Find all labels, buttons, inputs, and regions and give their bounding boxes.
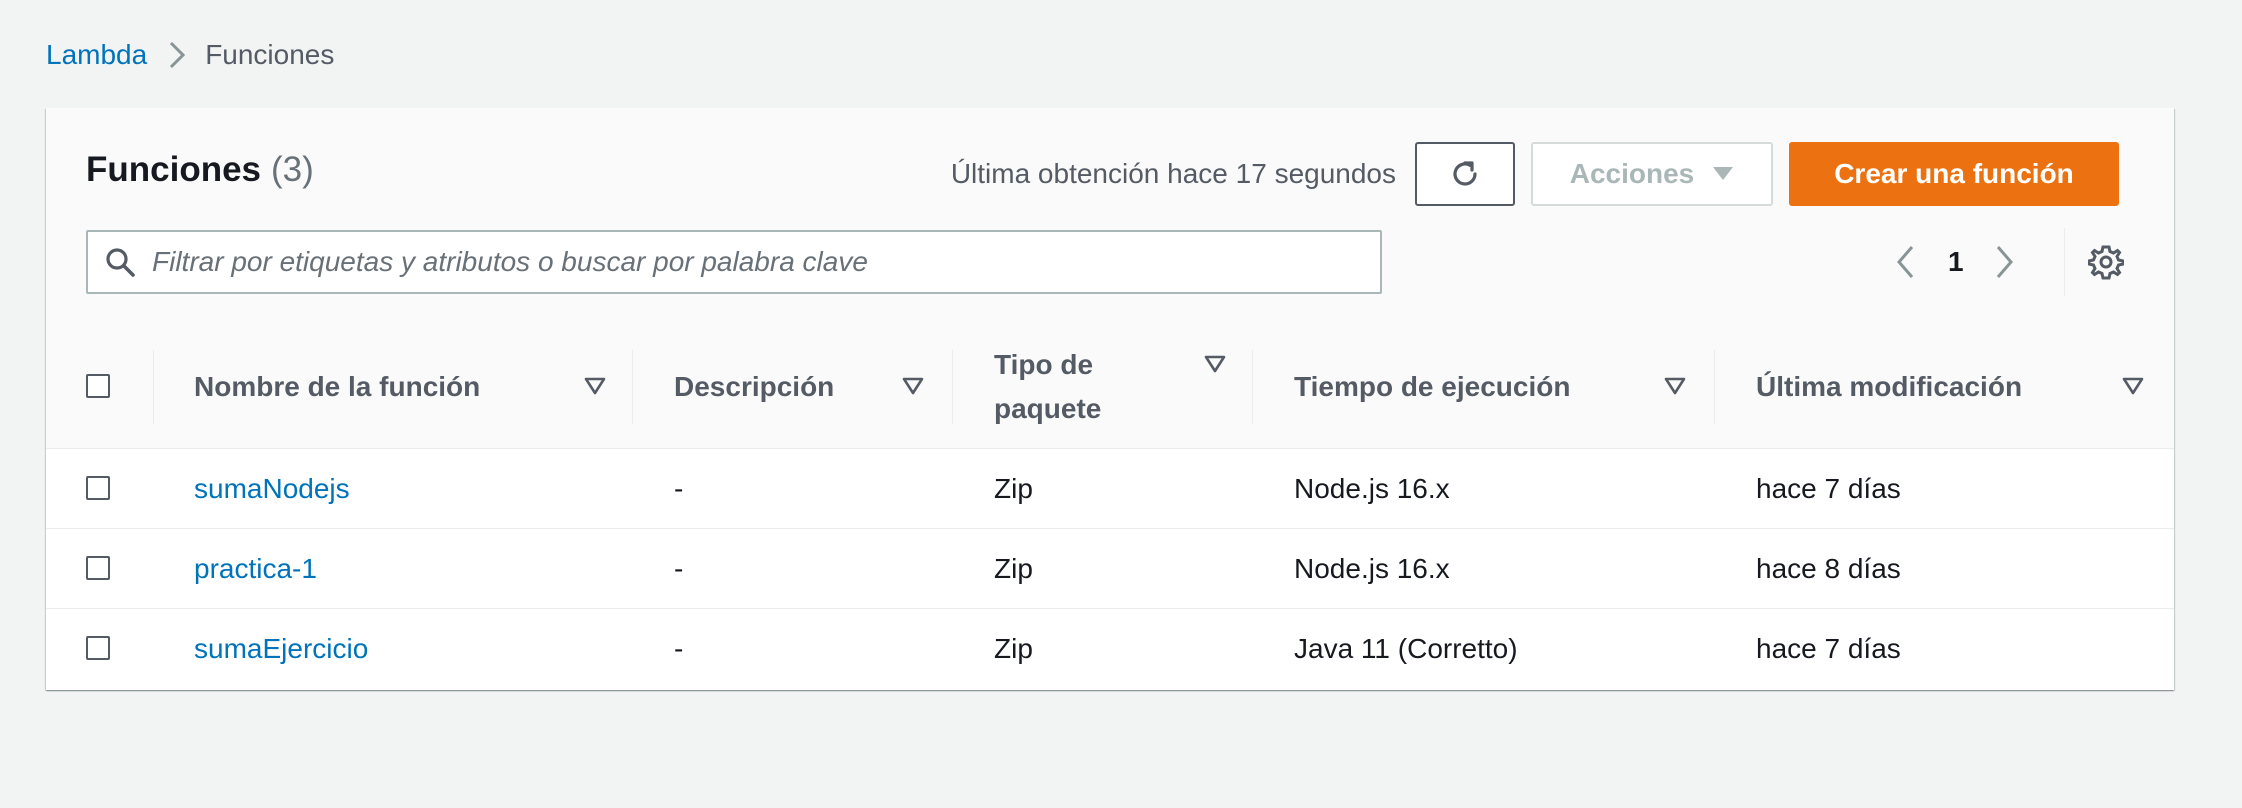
- chevron-right-icon[interactable]: [1996, 245, 2014, 279]
- sort-icon[interactable]: [902, 376, 924, 396]
- actions-label: Acciones: [1569, 158, 1695, 189]
- breadcrumb-current: Funciones: [205, 39, 335, 70]
- runtime-cell: Node.js 16.x: [1294, 472, 1450, 504]
- description-cell: -: [674, 632, 684, 664]
- last-fetch-status: Última obtención hace 17 segundos: [950, 158, 1396, 189]
- runtime-cell: Java 11 (Corretto): [1294, 632, 1518, 664]
- table-row: sumaEjercicio - Zip Java 11 (Corretto) h…: [46, 609, 2174, 688]
- table-row: sumaNodejs - Zip Node.js 16.x hace 7 día…: [46, 449, 2174, 529]
- function-name-link[interactable]: practica-1: [194, 529, 317, 608]
- current-page-number[interactable]: 1: [1948, 246, 1964, 278]
- functions-panel: Funciones (3) Última obtención hace 17 s…: [46, 108, 2174, 690]
- function-name-link[interactable]: sumaNodejs: [194, 449, 350, 528]
- column-divider: [153, 350, 154, 424]
- sort-icon[interactable]: [1204, 354, 1226, 374]
- chevron-left-icon[interactable]: [1896, 245, 1914, 279]
- row-checkbox[interactable]: [86, 636, 110, 660]
- actions-dropdown-button[interactable]: Acciones: [1531, 142, 1773, 206]
- column-header-package-type[interactable]: Tipo de paquete: [994, 326, 1194, 448]
- column-divider: [1252, 350, 1253, 424]
- column-header-name[interactable]: Nombre de la función: [194, 326, 480, 448]
- breadcrumb-lambda-link[interactable]: Lambda: [46, 39, 147, 71]
- column-header-runtime[interactable]: Tiempo de ejecución: [1294, 326, 1570, 448]
- panel-title: Funciones (3): [86, 150, 314, 190]
- table-row: practica-1 - Zip Node.js 16.x hace 8 día…: [46, 529, 2174, 609]
- sort-icon[interactable]: [584, 376, 606, 396]
- functions-count: (3): [271, 150, 314, 189]
- column-divider: [632, 350, 633, 424]
- package-type-cell: Zip: [994, 472, 1033, 504]
- table-header: Nombre de la función Descripción Tipo de…: [46, 326, 2174, 449]
- divider: [2064, 228, 2065, 296]
- chevron-right-icon: [169, 41, 186, 69]
- row-checkbox[interactable]: [86, 476, 110, 500]
- panel-title-text: Funciones: [86, 150, 262, 189]
- gear-icon[interactable]: [2088, 244, 2124, 280]
- column-divider: [952, 350, 953, 424]
- last-modified-cell: hace 7 días: [1756, 632, 1901, 664]
- refresh-icon: [1448, 157, 1482, 191]
- search-input[interactable]: [150, 233, 1380, 291]
- search-icon: [104, 246, 136, 278]
- column-divider: [1714, 350, 1715, 424]
- runtime-cell: Node.js 16.x: [1294, 552, 1450, 584]
- panel-header: Funciones (3) Última obtención hace 17 s…: [46, 108, 2174, 327]
- description-cell: -: [674, 472, 684, 504]
- pagination: 1: [1896, 238, 2014, 286]
- column-header-description[interactable]: Descripción: [674, 326, 834, 448]
- last-modified-cell: hace 8 días: [1756, 552, 1901, 584]
- create-function-button[interactable]: Crear una función: [1789, 142, 2119, 206]
- breadcrumb: Lambda Funciones: [46, 34, 334, 76]
- sort-icon[interactable]: [1664, 376, 1686, 396]
- function-name-link[interactable]: sumaEjercicio: [194, 609, 368, 688]
- row-checkbox[interactable]: [86, 556, 110, 580]
- search-filter: [86, 230, 1382, 294]
- description-cell: -: [674, 552, 684, 584]
- package-type-cell: Zip: [994, 632, 1033, 664]
- package-type-cell: Zip: [994, 552, 1033, 584]
- last-modified-cell: hace 7 días: [1756, 472, 1901, 504]
- select-all-checkbox[interactable]: [86, 374, 110, 398]
- column-header-last-modified[interactable]: Última modificación: [1756, 326, 2022, 448]
- refresh-button[interactable]: [1415, 142, 1515, 206]
- caret-down-icon: [1712, 166, 1734, 182]
- sort-icon[interactable]: [2122, 376, 2144, 396]
